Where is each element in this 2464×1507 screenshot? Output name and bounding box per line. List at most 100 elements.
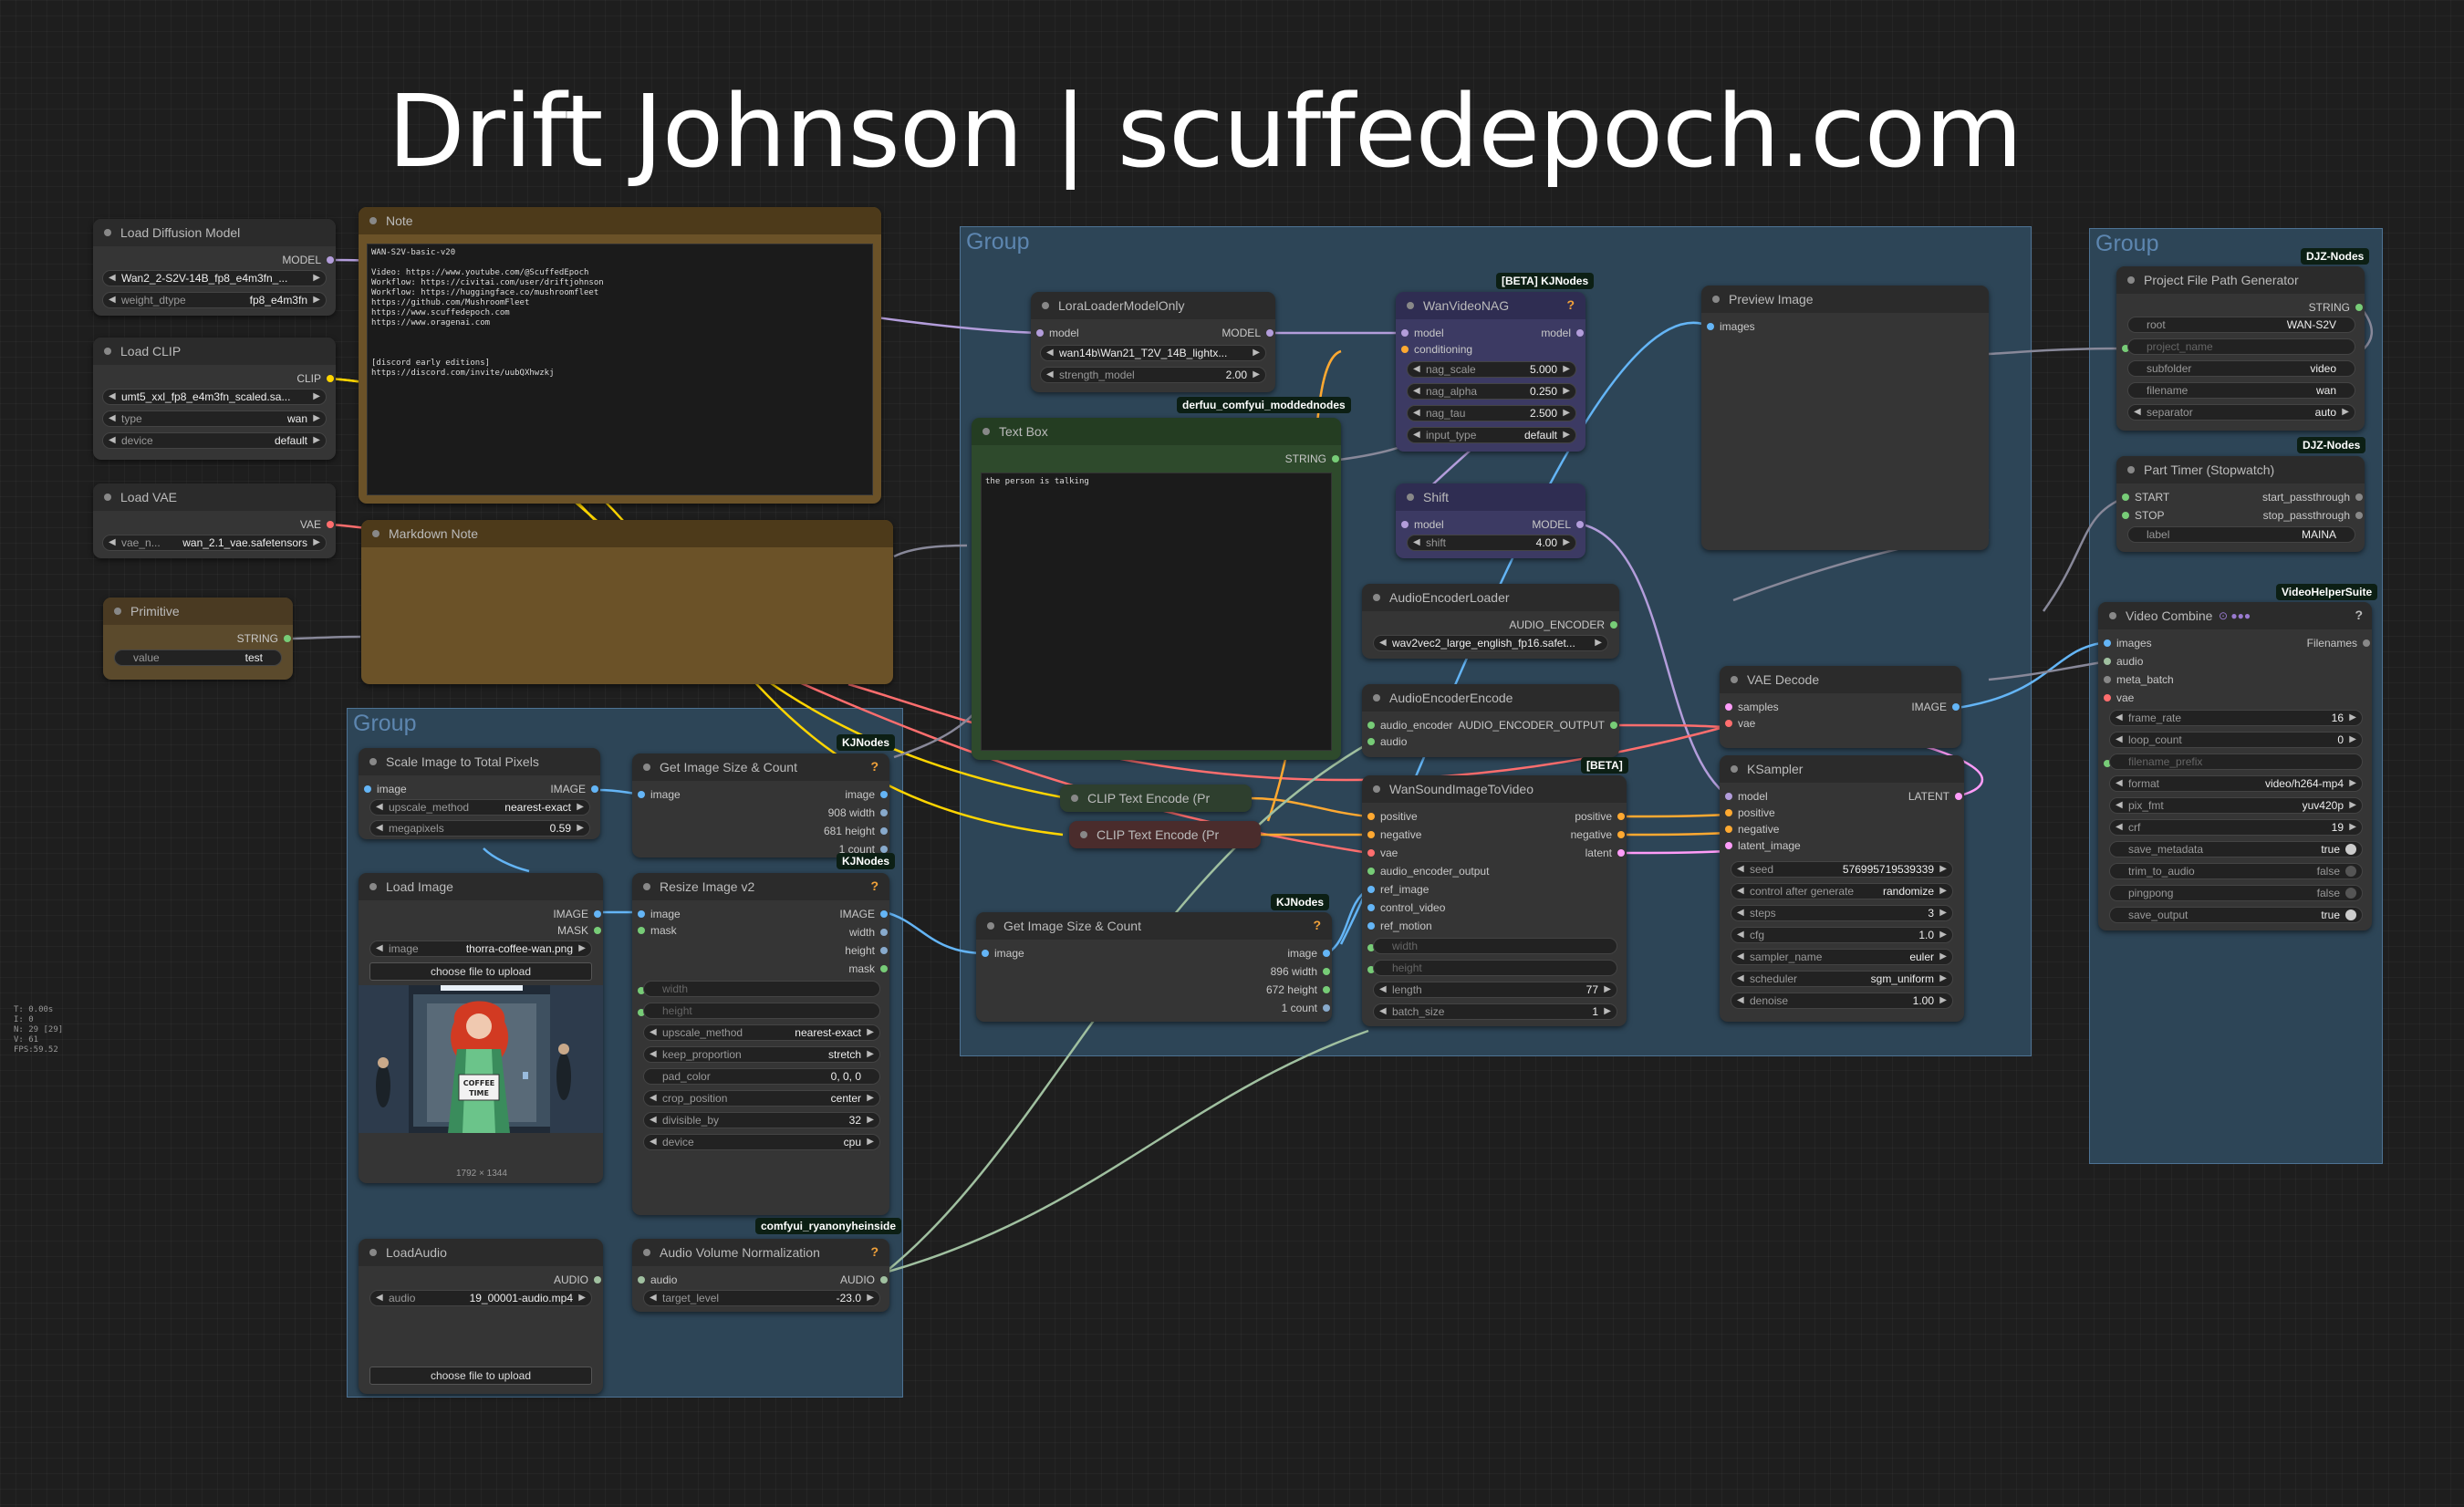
scheduler-widget[interactable]: ◀ scheduler sgm_uniform ▶ [1731,971,1953,987]
output-slot[interactable] [1323,986,1330,993]
input-slot[interactable] [1367,904,1375,911]
output-slot[interactable] [2363,639,2370,647]
resize-image-node[interactable]: Resize Image v2 ? image mask IMAGE width… [632,873,889,1215]
root-widget[interactable]: root WAN-S2V [2127,317,2355,333]
device-widget[interactable]: ◀ device default ▶ [102,432,327,449]
output-slot[interactable] [1610,621,1617,629]
encoder-name-widget[interactable]: ◀ wav2vec2_large_english_fp16.safet... ▶ [1373,635,1608,651]
save-metadata-toggle[interactable]: save_metadata true [2109,841,2363,857]
nag-alpha-widget[interactable]: ◀ nag_alpha 0.250 ▶ [1407,383,1576,400]
output-slot[interactable] [1617,831,1625,838]
output-slot[interactable] [1617,849,1625,857]
image-select-widget[interactable]: ◀ image thorra-coffee-wan.png ▶ [369,941,592,957]
output-slot[interactable] [880,929,888,936]
audio-volume-normalization-node[interactable]: Audio Volume Normalization ? audio AUDIO… [632,1239,889,1312]
input-slot-images[interactable] [1707,323,1714,330]
output-slot[interactable] [1266,329,1274,337]
upload-button[interactable]: choose file to upload [369,1367,592,1385]
output-slot[interactable] [594,927,601,934]
audio-encoder-encode-node[interactable]: AudioEncoderEncode audio_encoder audio A… [1362,684,1619,757]
output-slot[interactable] [1952,703,1960,711]
input-slot[interactable] [1725,703,1732,711]
help-icon[interactable]: ? [1566,297,1575,312]
input-slot[interactable] [638,927,645,934]
crf-widget[interactable]: ◀ crf 19 ▶ [2109,819,2363,836]
input-slot[interactable] [1725,842,1732,849]
target-level-widget[interactable]: ◀ target_level -23.0 ▶ [643,1290,880,1306]
help-icon[interactable]: ? [870,878,879,893]
upscale-method-widget[interactable]: ◀ upscale_method nearest-exact ▶ [369,799,590,816]
input-slot[interactable] [1367,922,1375,930]
sampler-name-widget[interactable]: ◀ sampler_name euler ▶ [1731,949,1953,965]
vae-name-widget[interactable]: ◀ vae_n... wan_2.1_vae.safetensors ▶ [102,535,327,551]
output-slot[interactable] [880,910,888,918]
wan-video-nag-node[interactable]: WanVideoNAG ? model conditioning model ◀… [1396,292,1585,452]
input-slot-model[interactable] [1401,521,1409,528]
output-slot[interactable] [1610,722,1617,729]
steps-widget[interactable]: ◀ steps 3 ▶ [1731,905,1953,921]
output-slot[interactable] [2355,304,2363,311]
output-slot[interactable] [327,521,334,528]
output-slot[interactable] [2355,494,2363,501]
preview-image-node[interactable]: Preview Image images [1701,286,1989,550]
prompt-text[interactable]: the person is talking [981,473,1332,751]
type-widget[interactable]: ◀ type wan ▶ [102,411,327,427]
unet-name-widget[interactable]: ◀ Wan2_2-S2V-14B_fp8_e4m3fn_... ▶ [102,270,327,286]
clip-text-encode-positive-node[interactable]: CLIP Text Encode (Pr [1060,785,1252,812]
input-slot[interactable] [1725,793,1732,800]
input-slot[interactable] [638,910,645,918]
lora-loader-node[interactable]: LoraLoaderModelOnly model MODEL ◀ wan14b\… [1031,292,1275,392]
upload-button[interactable]: choose file to upload [369,962,592,981]
clip-text-encode-negative-node[interactable]: CLIP Text Encode (Pr [1069,821,1261,848]
filename-widget[interactable]: filename wan [2127,382,2355,399]
output-slot[interactable] [880,965,888,972]
output-slot[interactable] [1323,1004,1330,1012]
help-icon[interactable]: ? [870,759,879,774]
control-after-generate-widget[interactable]: ◀ control after generate randomize ▶ [1731,883,1953,899]
help-icon[interactable]: ? [2355,608,2363,622]
subfolder-widget[interactable]: subfolder video [2127,360,2355,377]
output-slot[interactable] [284,635,291,642]
project-file-path-node[interactable]: Project File Path Generator STRING root W… [2116,266,2365,431]
format-widget[interactable]: ◀ format video/h264-mp4 ▶ [2109,775,2363,792]
input-slot[interactable] [2104,639,2111,647]
input-slot[interactable] [638,791,645,798]
audio-encoder-loader-node[interactable]: AudioEncoderLoader AUDIO_ENCODER ◀ wav2ve… [1362,584,1619,659]
input-slot[interactable] [2104,658,2111,665]
load-audio-node[interactable]: LoadAudio AUDIO ◀ audio 19_00001-audio.mp4… [359,1239,603,1394]
pad-color-widget[interactable]: pad_color 0, 0, 0 [643,1068,880,1085]
output-slot[interactable] [327,256,334,264]
help-icon[interactable]: ? [1313,918,1321,932]
megapixels-widget[interactable]: ◀ megapixels 0.59 ▶ [369,820,590,837]
output-slot[interactable] [880,846,888,853]
divisible-by-widget[interactable]: ◀ divisible_by 32 ▶ [643,1112,880,1128]
output-slot[interactable] [2355,512,2363,519]
audio-select-widget[interactable]: ◀ audio 19_00001-audio.mp4 ▶ [369,1290,592,1306]
ksampler-node[interactable]: KSampler model positive negative latent_… [1720,755,1964,1022]
project-name-widget[interactable]: project_name [2127,338,2355,355]
pix-fmt-widget[interactable]: ◀ pix_fmt yuv420p ▶ [2109,797,2363,814]
input-slot-model[interactable] [1401,329,1409,337]
denoise-widget[interactable]: ◀ denoise 1.00 ▶ [1731,993,1953,1009]
output-slot[interactable] [1323,968,1330,975]
width-widget[interactable]: width [643,981,880,997]
wan-sound-image-to-video-node[interactable]: WanSoundImageToVideo positive negative v… [1362,775,1627,1026]
output-slot[interactable] [880,947,888,954]
input-type-widget[interactable]: ◀ input_type default ▶ [1407,427,1576,443]
input-slot-conditioning[interactable] [1401,346,1409,353]
label-widget[interactable]: label MAINA [2127,526,2355,543]
trim-to-audio-toggle[interactable]: trim_to_audio false [2109,863,2363,879]
height-widget[interactable]: height [1373,960,1617,976]
clip-name-widget[interactable]: ◀ umt5_xxl_fp8_e4m3fn_scaled.sa... ▶ [102,389,327,405]
input-slot-model[interactable] [1036,329,1044,337]
load-image-node[interactable]: Load Image IMAGE MASK ◀ image thorra-coffe… [359,873,603,1183]
markdown-note-node[interactable]: Markdown Note [361,520,893,684]
input-slot[interactable] [1367,813,1375,820]
input-slot[interactable] [1725,720,1732,727]
input-slot[interactable] [2104,694,2111,702]
output-slot[interactable] [591,785,598,793]
output-slot[interactable] [880,809,888,816]
lora-name-widget[interactable]: ◀ wan14b\Wan21_T2V_14B_lightx... ▶ [1040,345,1266,361]
input-slot[interactable] [2104,676,2111,683]
upscale-method-widget[interactable]: ◀ upscale_method nearest-exact ▶ [643,1024,880,1041]
